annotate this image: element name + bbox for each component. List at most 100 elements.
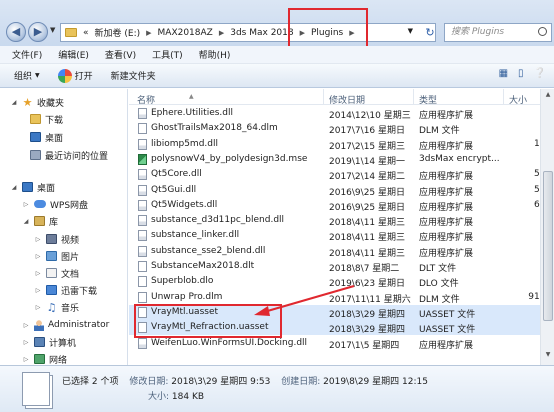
menu-help[interactable]: 帮助(H): [199, 48, 231, 61]
organize-button[interactable]: 组织 ▼: [14, 69, 40, 82]
back-button[interactable]: ◀: [6, 22, 26, 42]
menu-view[interactable]: 查看(V): [105, 48, 136, 61]
file-type: 应用程序扩展: [419, 111, 474, 121]
nav-item-documents[interactable]: ▷ 文档: [34, 266, 79, 280]
file-name: libiomp5md.dll: [151, 138, 218, 149]
nav-item-favorites[interactable]: ◢ ★ 收藏夹: [10, 95, 64, 109]
nav-item-recent[interactable]: 最近访问的位置: [30, 148, 108, 162]
menu-edit[interactable]: 编辑(E): [58, 48, 89, 61]
collapse-icon[interactable]: ▷: [34, 304, 42, 311]
vertical-scrollbar[interactable]: ▲ ▼: [540, 89, 554, 365]
open-button[interactable]: 打开: [57, 68, 93, 83]
dll-file-icon: [138, 199, 147, 211]
collapse-icon[interactable]: ▷: [22, 339, 30, 346]
file-icon: [138, 261, 147, 272]
file-row[interactable]: substance_linker.dll 2018\4\11 星期三 应用程序扩展: [129, 228, 554, 243]
nav-item-administrator[interactable]: ▷ Administrator: [22, 318, 109, 332]
column-divider[interactable]: [503, 89, 504, 105]
file-date: 2016\9\25 星期日: [329, 202, 406, 213]
breadcrumb-separator-icon[interactable]: ▶: [219, 29, 224, 37]
recent-pages-dropdown-icon[interactable]: ▼: [50, 26, 55, 34]
menu-tools[interactable]: 工具(T): [152, 48, 183, 61]
file-date: 2018\4\11 星期三: [329, 248, 406, 259]
dll-file-icon: [138, 138, 147, 150]
column-header-name[interactable]: 名称: [137, 93, 155, 106]
nav-label: 文档: [61, 269, 80, 280]
file-row[interactable]: SubstanceMax2018.dlt 2018\8\7 星期二 DLT 文件: [129, 259, 554, 274]
file-row[interactable]: substance_sse2_blend.dll 2018\4\11 星期三 应用程…: [129, 244, 554, 259]
nav-item-videos[interactable]: ▷ 视频: [34, 232, 79, 246]
sort-ascending-icon: ▲: [189, 93, 194, 100]
nav-item-music[interactable]: ▷ ♫ 音乐: [34, 300, 79, 314]
nav-label: 最近访问的位置: [45, 151, 109, 162]
scroll-thumb[interactable]: [543, 171, 553, 321]
breadcrumb-3dsmax2018[interactable]: 3ds Max 2018: [230, 28, 293, 38]
breadcrumb-max2018az[interactable]: MAX2018AZ: [158, 28, 213, 38]
nav-item-thunder[interactable]: ▷ 迅雷下载: [34, 283, 97, 297]
size-details: 大小: 184 KB: [148, 389, 204, 402]
file-row[interactable]: Ephere.Utilities.dll 2014\12\10 星期三 应用程序扩展: [129, 106, 554, 121]
address-box[interactable]: « 新加卷 (E:) ▶ MAX2018AZ ▶ 3ds Max 2018 ▶ …: [60, 23, 436, 42]
expand-icon[interactable]: ◢: [10, 99, 18, 106]
file-type: DLM 文件: [419, 126, 460, 137]
collapse-icon[interactable]: ▷: [34, 253, 42, 260]
breadcrumb-drive[interactable]: 新加卷 (E:): [95, 26, 141, 39]
details-pane: 已选择 2 个项 修改日期: 2018\3\29 星期四 9:53 创建日期: …: [0, 365, 554, 412]
collapse-icon[interactable]: ▷: [34, 270, 42, 277]
column-divider[interactable]: [413, 89, 414, 105]
column-header-type[interactable]: 类型: [419, 93, 437, 106]
nav-item-library[interactable]: ◢ 库: [22, 214, 58, 228]
menu-file[interactable]: 文件(F): [12, 48, 42, 61]
file-row[interactable]: polysnowV4_by_polydesign3d.mse 2019\1\14 …: [129, 152, 554, 167]
scroll-up-icon[interactable]: ▲: [543, 91, 553, 103]
preview-pane-icon[interactable]: ▯: [518, 68, 524, 79]
nav-label: 收藏夹: [37, 98, 65, 109]
file-row[interactable]: libiomp5md.dll2017\2\15 星期三应用程序扩展1,29: [129, 137, 554, 152]
file-row[interactable]: GhostTrailsMax2018_64.dlm 2017\7\16 星期日 DL…: [129, 121, 554, 136]
file-row[interactable]: Qt5Widgets.dll2016\9\25 星期日应用程序扩展6,01: [129, 198, 554, 213]
user-icon: [34, 319, 44, 331]
file-row[interactable]: Unwrap Pro.dlm2017\11\11 星期六DLM 文件91,35: [129, 290, 554, 305]
nav-item-computer[interactable]: ▷ 计算机: [22, 335, 76, 349]
open-with-icon: [57, 68, 72, 83]
nav-label: 下载: [45, 115, 64, 126]
expand-icon[interactable]: ◢: [10, 184, 18, 191]
nav-label: 迅雷下载: [61, 286, 98, 297]
breadcrumb-overflow[interactable]: «: [83, 28, 89, 38]
file-type: DLM 文件: [419, 294, 460, 305]
refresh-icon[interactable]: ↻: [422, 23, 438, 42]
breadcrumb-separator-icon[interactable]: ▶: [146, 29, 151, 37]
file-icon: [138, 276, 147, 288]
collapse-icon[interactable]: ▷: [34, 236, 42, 243]
column-divider[interactable]: [323, 89, 324, 105]
search-icon[interactable]: [538, 27, 547, 36]
new-folder-button[interactable]: 新建文件夹: [111, 69, 156, 82]
collapse-icon[interactable]: ▷: [22, 356, 30, 363]
scroll-down-icon[interactable]: ▼: [543, 351, 553, 363]
collapse-icon[interactable]: ▷: [22, 201, 30, 208]
file-row[interactable]: Qt5Gui.dll2016\9\25 星期日应用程序扩展5,14: [129, 183, 554, 198]
nav-item-pictures[interactable]: ▷ 图片: [34, 249, 79, 263]
selection-count: 已选择 2 个项: [62, 377, 119, 387]
nav-item-network[interactable]: ▷ 网络: [22, 352, 67, 365]
help-icon[interactable]: ❔: [534, 68, 546, 79]
nav-item-desktop-favorite[interactable]: 桌面: [30, 130, 63, 144]
search-placeholder: 搜索 Plugins: [451, 27, 505, 37]
file-row[interactable]: Qt5Core.dll2017\2\14 星期二应用程序扩展5,52: [129, 167, 554, 182]
nav-item-wps[interactable]: ▷ WPS网盘: [22, 197, 88, 211]
forward-button[interactable]: ▶: [28, 22, 48, 42]
star-icon: ★: [22, 95, 33, 109]
address-dropdown-icon[interactable]: ▼: [408, 27, 413, 35]
column-header-size[interactable]: 大小: [509, 93, 527, 106]
file-row[interactable]: Superblob.dlo 2019\6\23 星期日 DLO 文件: [129, 274, 554, 289]
change-view-icon[interactable]: ▦: [499, 68, 508, 79]
column-header-date[interactable]: 修改日期: [329, 93, 365, 106]
nav-item-desktop[interactable]: ◢ 桌面: [10, 180, 55, 194]
expand-icon[interactable]: ◢: [22, 218, 30, 225]
file-type: 应用程序扩展: [419, 340, 474, 351]
collapse-icon[interactable]: ▷: [22, 322, 30, 329]
collapse-icon[interactable]: ▷: [34, 287, 42, 294]
file-row[interactable]: substance_d3d11pc_blend.dll 2018\4\11 星期三…: [129, 213, 554, 228]
search-input[interactable]: 搜索 Plugins: [444, 23, 552, 42]
nav-item-downloads[interactable]: 下载: [30, 112, 63, 126]
